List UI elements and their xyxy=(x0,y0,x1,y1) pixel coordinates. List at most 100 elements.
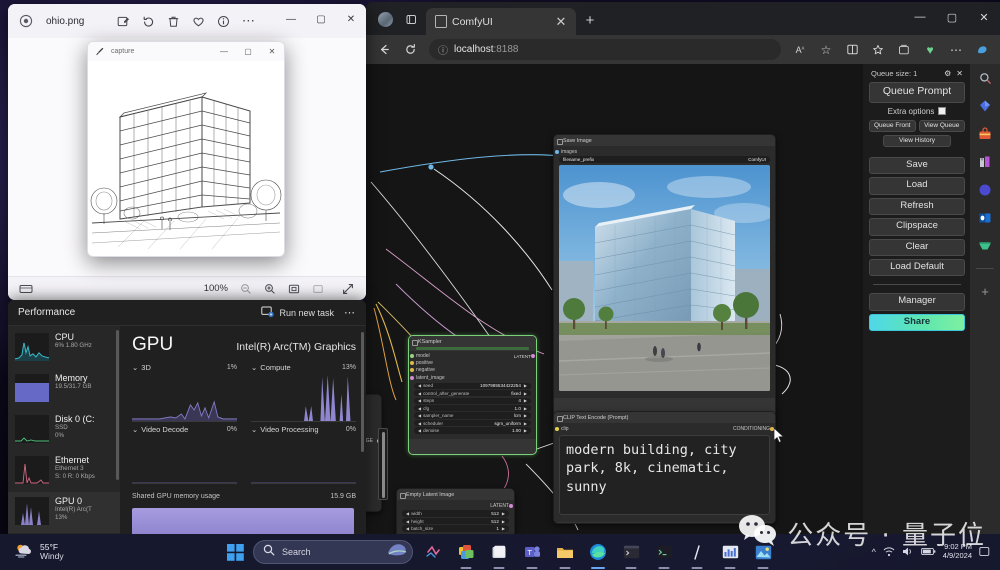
extra-options-checkbox[interactable] xyxy=(938,107,946,115)
list-item-gpu[interactable]: GPU 0 Intel(R) Arc(T 13% xyxy=(8,492,120,533)
generated-image-preview[interactable] xyxy=(559,165,770,391)
chart-label-3d[interactable]: ⌄ 3D 1% xyxy=(132,363,237,372)
view-history-button[interactable]: View History xyxy=(883,135,950,147)
widget-steps[interactable]: ◀ steps 4 ▶ xyxy=(414,398,531,404)
show-hidden-icons-chevron[interactable]: ^ xyxy=(872,547,876,557)
weather-widget[interactable]: 55°F Windy xyxy=(0,542,190,563)
node-input-positive[interactable]: positive xyxy=(409,360,536,367)
maximize-button[interactable]: ▢ xyxy=(236,42,260,61)
add-favorite-icon[interactable]: ☆ xyxy=(814,39,838,61)
node-empty-latent-image[interactable]: Empty Latent Image LATENT ◀ width 512 ▶ xyxy=(396,488,515,534)
taskbar-app-teams[interactable]: T xyxy=(519,539,545,565)
clear-button[interactable]: Clear xyxy=(869,239,965,256)
collections-icon[interactable] xyxy=(892,39,916,61)
games-sidebar-icon[interactable] xyxy=(976,153,994,171)
new-tab-button[interactable]: + xyxy=(582,13,598,28)
read-aloud-icon[interactable]: Aᴬ xyxy=(788,39,812,61)
queue-prompt-button[interactable]: Queue Prompt xyxy=(869,82,965,103)
comfyui-canvas[interactable]: Save Image images filename_prefix ComfyU… xyxy=(366,64,863,534)
taskbar-app-file-explorer[interactable] xyxy=(486,539,512,565)
refresh-button[interactable]: Refresh xyxy=(869,198,965,215)
delete-button[interactable] xyxy=(162,10,184,32)
minimize-button[interactable]: — xyxy=(904,2,936,32)
copilot-sidebar-icon[interactable] xyxy=(970,39,994,61)
widget-denoise[interactable]: ◀ denoise 1.00 ▶ xyxy=(414,427,531,433)
tab-actions-icon[interactable] xyxy=(401,9,421,29)
taskbar-app-command-prompt[interactable] xyxy=(651,539,677,565)
copilot-icon[interactable] xyxy=(375,9,395,29)
taskbar-app-photo-viewer[interactable] xyxy=(750,539,776,565)
volume-icon[interactable] xyxy=(902,546,914,559)
more-options-button[interactable]: ⋯ xyxy=(237,10,259,32)
node-input-images[interactable]: images xyxy=(554,148,775,155)
split-screen-icon[interactable] xyxy=(840,39,864,61)
sketch-canvas[interactable] xyxy=(88,61,284,257)
maximize-button[interactable]: ▢ xyxy=(306,4,336,34)
load-button[interactable]: Load xyxy=(869,177,965,194)
extra-options-row[interactable]: Extra options xyxy=(869,106,965,117)
taskbar-app-task-manager[interactable] xyxy=(717,539,743,565)
copilot-sidebar-icon[interactable] xyxy=(976,97,994,115)
node-ksampler[interactable]: KSampler model LATENT positive xyxy=(408,335,537,455)
minimize-button[interactable]: — xyxy=(276,4,306,34)
node-input-latent-image[interactable]: latent_image xyxy=(409,374,536,381)
queue-front-button[interactable]: Queue Front xyxy=(869,120,916,132)
detail-scrollbar[interactable] xyxy=(361,332,364,452)
browser-tab-comfyui[interactable]: ComfyUI ✕ xyxy=(426,8,576,35)
edit-image-button[interactable] xyxy=(112,10,134,32)
favorite-button[interactable] xyxy=(187,10,209,32)
resource-list[interactable]: CPU 6% 1.80 GHz Memory 19.5/31.7 GB xyxy=(8,326,120,534)
widget-control-after-generate[interactable]: ◀ control_after_generate fixed ▶ xyxy=(414,390,531,396)
node-io-row[interactable]: clip CONDITIONING xyxy=(554,425,775,432)
more-options-icon[interactable]: ⋯ xyxy=(344,306,356,319)
load-default-button[interactable]: Load Default xyxy=(869,259,965,276)
list-item[interactable]: Disk 0 (C: SSD 0% xyxy=(8,410,120,451)
manager-button[interactable]: Manager xyxy=(869,293,965,310)
zoom-in-icon[interactable] xyxy=(260,280,280,298)
zoom-out-icon[interactable] xyxy=(236,280,256,298)
windows-start-icon[interactable] xyxy=(224,541,246,563)
node-clip-text-encode[interactable]: CLIP Text Encode (Prompt) clip CONDITION… xyxy=(553,411,776,524)
taskbar-app-folder[interactable] xyxy=(552,539,578,565)
node-output-latent[interactable]: LATENT xyxy=(397,502,514,509)
settings-and-more-icon[interactable]: ⋯ xyxy=(944,39,968,61)
save-button[interactable]: Save xyxy=(869,157,965,174)
widget-width[interactable]: ◀ width 512 ▶ xyxy=(402,510,509,516)
widget-filename-prefix[interactable]: filename_prefix ComfyUI xyxy=(559,156,770,162)
office-sidebar-icon[interactable] xyxy=(976,181,994,199)
info-button[interactable] xyxy=(212,10,234,32)
clipspace-button[interactable]: Clipspace xyxy=(869,218,965,235)
chart-label-video-processing[interactable]: ⌄ Video Processing 0% xyxy=(251,425,356,434)
filmstrip-icon[interactable] xyxy=(16,280,36,298)
taskbar-app-edge[interactable] xyxy=(585,539,611,565)
shopping-sidebar-icon[interactable] xyxy=(976,125,994,143)
notification-bell-icon[interactable] xyxy=(979,546,990,559)
wifi-icon[interactable] xyxy=(883,546,895,559)
close-button[interactable]: ✕ xyxy=(260,42,284,61)
widget-batch-size[interactable]: ◀ batch_size 1 ▶ xyxy=(402,525,509,531)
resource-list-scrollbar[interactable] xyxy=(116,330,119,480)
widget-sampler-name[interactable]: ◀ sampler_name lcm ▶ xyxy=(414,412,531,418)
favorites-icon[interactable] xyxy=(866,39,890,61)
chart-label-compute[interactable]: ⌄ Compute 13% xyxy=(251,363,356,372)
customize-sidebar-button[interactable]: + xyxy=(976,282,994,300)
settings-gear-icon[interactable]: ⚙ xyxy=(944,69,951,78)
widget-height[interactable]: ◀ height 512 ▶ xyxy=(402,518,509,524)
close-button[interactable]: ✕ xyxy=(968,2,1000,32)
list-item[interactable]: Ethernet Ethernet 3 S: 0 R: 0 Kbps xyxy=(8,451,120,492)
list-item[interactable]: Memory 19.5/31.7 GB xyxy=(8,369,120,410)
node-input-model[interactable]: model LATENT xyxy=(409,353,536,360)
list-item[interactable]: CPU 6% 1.80 GHz xyxy=(8,328,120,369)
view-queue-button[interactable]: View Queue xyxy=(919,120,966,132)
refresh-icon[interactable] xyxy=(398,39,422,61)
node-save-image[interactable]: Save Image images filename_prefix ComfyU… xyxy=(553,134,776,424)
browser-essentials-icon[interactable]: ♥ xyxy=(918,39,942,61)
search-input[interactable]: Search xyxy=(253,540,413,564)
node-input-negative[interactable]: negative xyxy=(409,367,536,374)
search-sidebar-icon[interactable] xyxy=(976,69,994,87)
widget-seed[interactable]: ◀ seed 1097985534422254 ▶ xyxy=(414,383,531,389)
tools-sidebar-icon[interactable] xyxy=(976,237,994,255)
taskbar-app-editor[interactable] xyxy=(684,539,710,565)
close-icon[interactable]: ✕ xyxy=(956,69,963,78)
address-bar[interactable]: ⓘ localhost:8188 xyxy=(429,39,781,60)
